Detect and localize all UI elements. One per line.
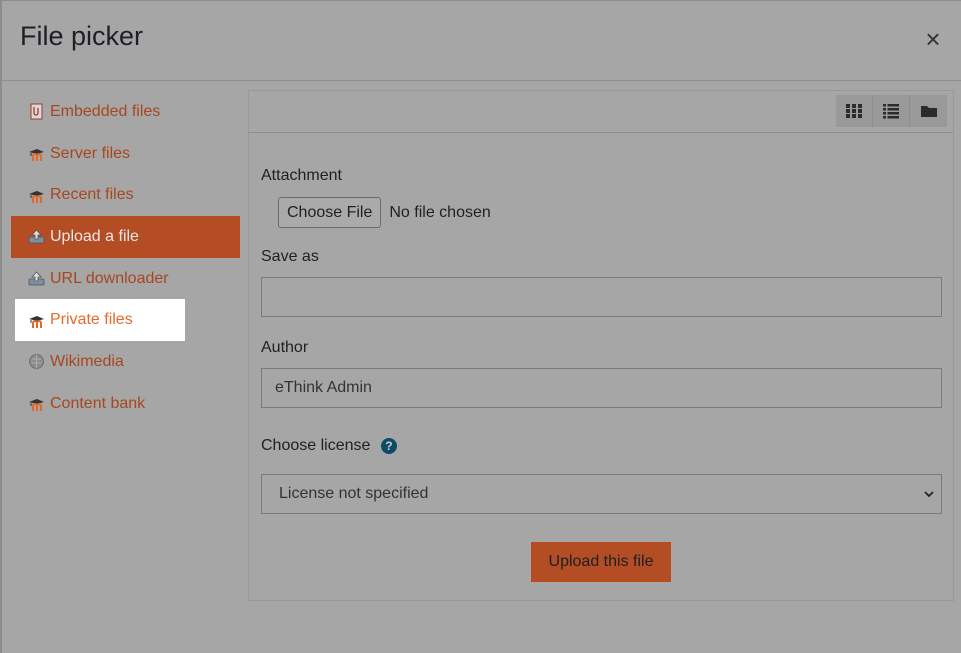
repository-sidebar: Embedded files Server files Recent files	[11, 91, 240, 425]
sidebar-item-label: Server files	[50, 144, 131, 162]
moodle-icon	[29, 190, 44, 203]
sidebar-item-content-bank[interactable]: Content bank	[11, 383, 240, 425]
icons-view-icon	[846, 104, 862, 118]
sidebar-item-label: Wikimedia	[50, 352, 124, 370]
license-select[interactable]: License not specified	[261, 474, 942, 514]
list-view-icon	[883, 104, 899, 119]
view-switcher	[836, 95, 947, 127]
wikimedia-globe-icon	[29, 354, 44, 370]
choose-file-button[interactable]: Choose File	[278, 197, 382, 228]
dialog-header: File picker ×	[2, 1, 961, 81]
license-label-row: Choose license ?	[261, 437, 397, 455]
file-status: No file chosen	[389, 203, 491, 221]
close-icon[interactable]: ×	[921, 26, 945, 52]
chevron-down-icon	[924, 491, 934, 498]
embedded-files-icon	[30, 103, 43, 120]
panel-toolbar	[249, 91, 953, 133]
moodle-icon	[29, 149, 44, 162]
url-downloader-icon	[28, 271, 45, 286]
sidebar-item-label: Private files	[50, 311, 133, 329]
upload-panel: Attachment Choose File No file chosen Sa…	[248, 90, 954, 601]
tree-view-button[interactable]	[910, 95, 947, 127]
sidebar-item-label: URL downloader	[50, 269, 169, 287]
upload-file-button[interactable]: Upload this file	[531, 542, 671, 582]
sidebar-item-label: Upload a file	[50, 227, 139, 245]
author-label: Author	[261, 339, 309, 356]
moodle-icon	[29, 399, 44, 412]
sidebar-item-wikimedia[interactable]: Wikimedia	[11, 341, 240, 383]
folder-icon	[920, 106, 937, 117]
sidebar-item-recent-files[interactable]: Recent files	[11, 174, 240, 216]
sidebar-item-upload-a-file[interactable]: Upload a file	[11, 216, 240, 258]
moodle-icon	[29, 315, 44, 328]
help-icon[interactable]: ?	[380, 437, 397, 454]
dialog-title: File picker	[20, 21, 144, 51]
sidebar-item-label: Content bank	[50, 394, 146, 412]
sidebar-item-label: Embedded files	[50, 102, 161, 120]
icons-view-button[interactable]	[836, 95, 873, 127]
save-as-input[interactable]	[261, 277, 942, 317]
license-selected-value: License not specified	[279, 485, 429, 502]
sidebar-item-url-downloader[interactable]: URL downloader	[11, 258, 240, 300]
attachment-label: Attachment	[261, 167, 342, 184]
sidebar-item-label: Recent files	[50, 186, 134, 204]
upload-icon	[28, 229, 45, 244]
sidebar-item-embedded-files[interactable]: Embedded files	[11, 91, 240, 133]
sidebar-item-private-files[interactable]: Private files	[15, 299, 185, 342]
author-input[interactable]: eThink Admin	[261, 368, 942, 408]
file-picker-dialog: File picker × Embedded files Server file…	[0, 0, 961, 653]
sidebar-item-server-files[interactable]: Server files	[11, 133, 240, 175]
save-as-label: Save as	[261, 248, 319, 265]
file-input: Choose File No file chosen	[278, 197, 491, 228]
list-view-button[interactable]	[873, 95, 910, 127]
license-label: Choose license	[261, 437, 371, 454]
